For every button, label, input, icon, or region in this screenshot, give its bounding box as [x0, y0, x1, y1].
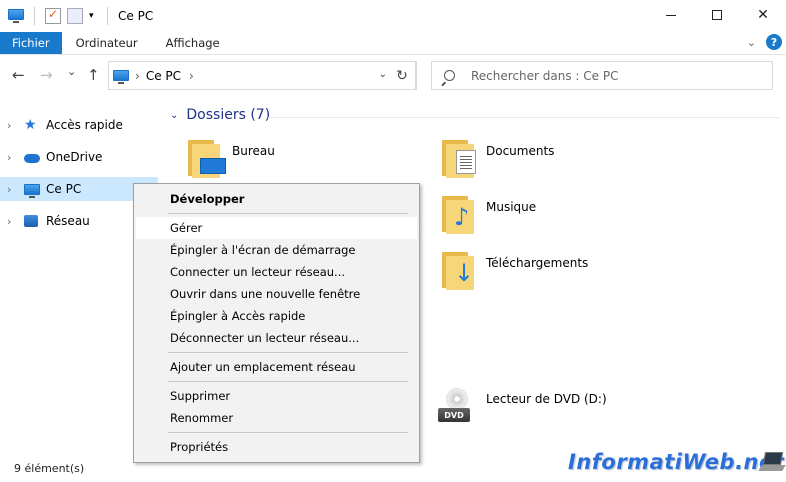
window-controls: ✕ [648, 0, 786, 30]
expand-chevron-icon[interactable]: › [7, 183, 11, 196]
refresh-button[interactable]: ↻ [388, 61, 417, 90]
close-button[interactable]: ✕ [740, 0, 786, 30]
folder-label: Documents [486, 144, 555, 158]
folder-musique[interactable]: ♪ Musique [440, 192, 660, 242]
computer-icon [24, 183, 40, 198]
ribbon-right-controls: ⌄ ? [747, 34, 782, 50]
group-header[interactable]: ⌄ Dossiers (7) [170, 107, 270, 123]
group-title: Dossiers (7) [186, 107, 271, 123]
window-title: Ce PC [118, 9, 154, 23]
laptop-logo-icon [758, 452, 786, 474]
desktop-folder-icon [186, 136, 226, 180]
folder-label: Téléchargements [486, 256, 589, 270]
sidebar-item-label: Ce PC [46, 182, 82, 196]
menu-item-proprietes[interactable]: Propriétés [136, 436, 417, 458]
cloud-icon [24, 153, 40, 163]
address-bar[interactable]: › Ce PC › ⌄ [108, 61, 416, 90]
folder-bureau[interactable]: Bureau [186, 136, 406, 186]
minimize-icon [666, 14, 676, 16]
folder-label: Musique [486, 200, 537, 214]
star-icon: ★ [24, 117, 37, 133]
menu-separator [168, 381, 408, 382]
breadcrumb-ce-pc[interactable]: Ce PC [146, 69, 181, 83]
network-icon [24, 215, 38, 227]
menu-separator [168, 432, 408, 433]
help-button[interactable]: ? [766, 34, 782, 50]
documents-folder-icon [440, 136, 476, 180]
menu-item-epingler-demarrage[interactable]: Épingler à l'écran de démarrage [136, 239, 417, 261]
address-history-dropdown[interactable]: ⌄ [379, 69, 387, 80]
computer-icon [113, 70, 129, 84]
expand-ribbon-chevron-icon[interactable]: ⌄ [747, 36, 756, 49]
toolbar-separator [34, 7, 35, 25]
properties-icon[interactable] [45, 7, 61, 24]
folder-documents[interactable]: Documents [440, 136, 660, 186]
folder-telechargements[interactable]: ↓ Téléchargements [440, 248, 660, 298]
collapse-chevron-icon[interactable]: ⌄ [170, 110, 178, 121]
drive-label[interactable]: Lecteur de DVD (D:) [486, 392, 607, 406]
sidebar-item-acces-rapide[interactable]: › ★ Accès rapide [0, 113, 158, 137]
new-folder-icon[interactable] [67, 8, 83, 24]
customize-toolbar-dropdown-icon[interactable]: ▾ [89, 8, 97, 24]
toolbar-separator [107, 7, 108, 25]
menu-separator [168, 213, 408, 214]
menu-item-connecter-lecteur-reseau[interactable]: Connecter un lecteur réseau... [136, 261, 417, 283]
back-button[interactable]: ← [12, 66, 25, 84]
search-icon [444, 70, 455, 81]
search-input[interactable]: Rechercher dans : Ce PC [471, 69, 618, 83]
folder-label: Bureau [232, 144, 275, 158]
menu-item-developper[interactable]: Développer [136, 188, 417, 210]
sidebar-item-label: Accès rapide [46, 118, 123, 132]
refresh-icon: ↻ [396, 67, 408, 84]
dvd-badge: DVD [438, 408, 470, 422]
recent-locations-dropdown[interactable]: ⌄ [67, 65, 76, 78]
menu-item-ajouter-emplacement-reseau[interactable]: Ajouter un emplacement réseau [136, 356, 417, 378]
close-icon: ✕ [757, 7, 769, 23]
menu-separator [168, 352, 408, 353]
menu-item-supprimer[interactable]: Supprimer [136, 385, 417, 407]
menu-item-gerer[interactable]: Gérer [136, 217, 417, 239]
forward-button[interactable]: → [40, 66, 53, 84]
tab-affichage[interactable]: Affichage [152, 32, 234, 54]
downloads-folder-icon: ↓ [440, 248, 476, 292]
computer-icon [8, 9, 24, 23]
ribbon-tabs: Fichier Ordinateur Affichage ⌄ ? [0, 32, 786, 55]
context-menu: Développer Gérer Épingler à l'écran de d… [133, 183, 420, 463]
music-folder-icon: ♪ [440, 192, 476, 236]
menu-item-ouvrir-nouvelle-fenetre[interactable]: Ouvrir dans une nouvelle fenêtre [136, 283, 417, 305]
menu-item-deconnecter-lecteur-reseau[interactable]: Déconnecter un lecteur réseau... [136, 327, 417, 349]
maximize-button[interactable] [694, 0, 740, 30]
quick-access-toolbar: ▾ [0, 7, 112, 25]
group-divider [268, 117, 780, 118]
dvd-drive-icon[interactable]: DVD [436, 386, 472, 426]
breadcrumb-separator[interactable]: › [189, 69, 194, 83]
tab-fichier[interactable]: Fichier [0, 32, 62, 54]
sidebar-item-label: Réseau [46, 214, 90, 228]
tab-ordinateur[interactable]: Ordinateur [62, 32, 152, 54]
sidebar-item-label: OneDrive [46, 150, 103, 164]
maximize-icon [712, 10, 722, 20]
title-bar: ▾ Ce PC ✕ [0, 0, 786, 32]
expand-chevron-icon[interactable]: › [7, 215, 11, 228]
status-item-count: 9 élément(s) [14, 462, 85, 475]
navigation-bar: ← → ⌄ ↑ › Ce PC › ⌄ ↻ Rechercher dans : … [0, 56, 786, 94]
watermark-logo: InformatiWeb.net [568, 450, 785, 474]
menu-item-renommer[interactable]: Renommer [136, 407, 417, 429]
expand-chevron-icon[interactable]: › [7, 119, 11, 132]
expand-chevron-icon[interactable]: › [7, 151, 11, 164]
breadcrumb-separator[interactable]: › [135, 69, 140, 83]
search-box[interactable]: Rechercher dans : Ce PC [431, 61, 773, 90]
minimize-button[interactable] [648, 0, 694, 30]
sidebar-item-onedrive[interactable]: › OneDrive [0, 145, 158, 169]
up-button[interactable]: ↑ [87, 66, 100, 84]
menu-item-epingler-acces-rapide[interactable]: Épingler à Accès rapide [136, 305, 417, 327]
